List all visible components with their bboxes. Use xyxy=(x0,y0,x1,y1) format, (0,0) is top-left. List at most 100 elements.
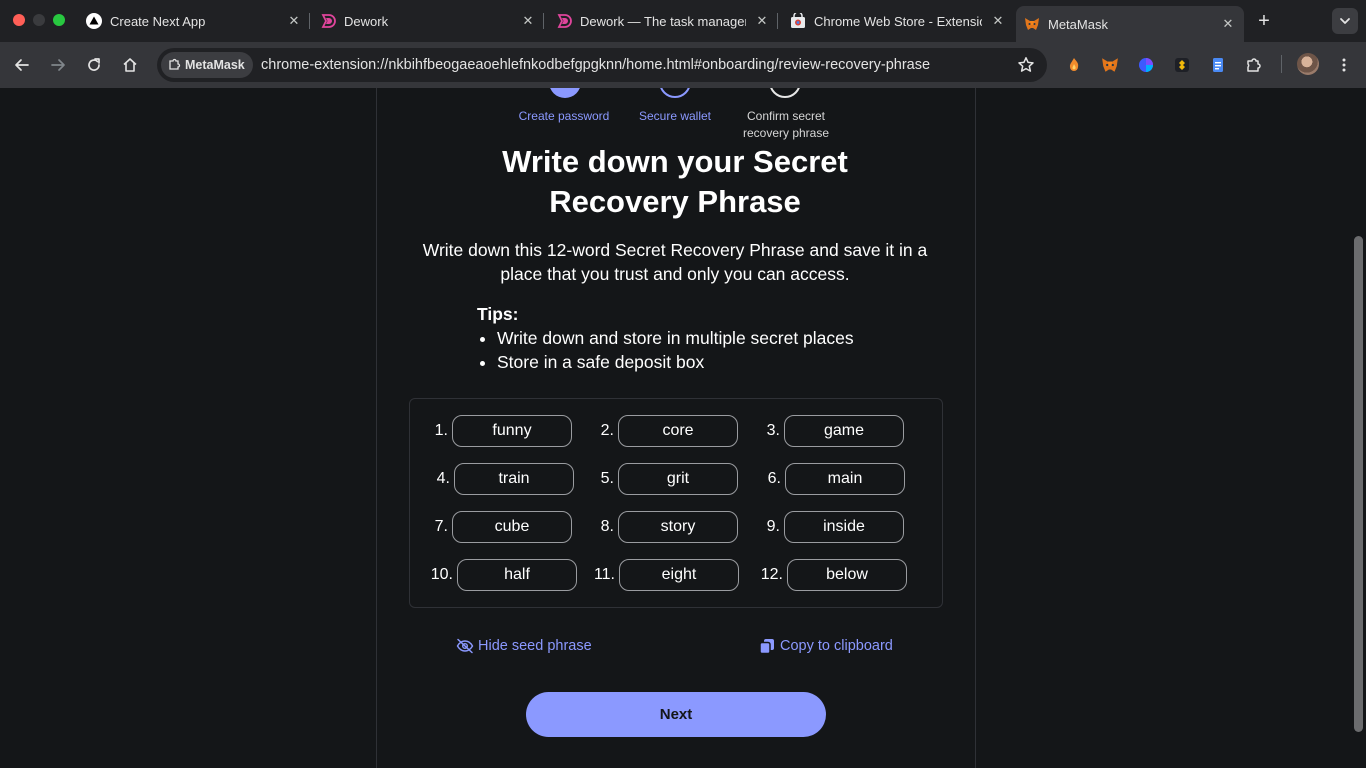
word-number: 2. xyxy=(600,422,614,439)
maximize-window-button[interactable] xyxy=(53,14,65,26)
extension-fire-icon[interactable] xyxy=(1063,54,1085,76)
address-bar[interactable]: MetaMask chrome-extension://nkbihfbeogae… xyxy=(157,48,1047,82)
chevron-down-icon xyxy=(1340,18,1350,24)
forward-button[interactable] xyxy=(46,53,70,77)
phrase-word-3: 3. game xyxy=(756,415,904,447)
word-number: 5. xyxy=(600,470,614,487)
word-chip: eight xyxy=(619,559,739,591)
browser-toolbar: MetaMask chrome-extension://nkbihfbeogae… xyxy=(0,42,1366,88)
phrase-word-6: 6. main xyxy=(757,463,905,495)
word-number: 1. xyxy=(434,422,448,439)
word-chip: train xyxy=(454,463,574,495)
dework-icon xyxy=(320,13,336,29)
toolbar-divider xyxy=(1281,55,1282,73)
tips-heading: Tips: xyxy=(477,304,519,324)
home-button[interactable] xyxy=(118,53,142,77)
tab-strip: Create Next App ✕ Dework ✕ Dework — The … xyxy=(0,0,1366,42)
copy-icon xyxy=(759,639,774,655)
word-chip: core xyxy=(618,415,738,447)
hide-seed-phrase-button[interactable]: Hide seed phrase xyxy=(456,636,592,656)
tab-close-icon[interactable]: ✕ xyxy=(990,13,1006,29)
scrollbar-thumb[interactable] xyxy=(1354,236,1363,732)
tab-dework-task-manager[interactable]: Dework — The task manager ✕ xyxy=(556,0,770,42)
phrase-word-4: 4. train xyxy=(426,463,574,495)
extensions-puzzle-icon[interactable] xyxy=(1243,54,1265,76)
tip-item: Write down and store in multiple secret … xyxy=(497,326,854,350)
recovery-phrase-grid: 1. funny 2. core 3. game 4. train 5. gri… xyxy=(409,398,943,608)
word-number: 6. xyxy=(767,470,781,487)
tips-list: Write down and store in multiple secret … xyxy=(497,326,854,374)
word-number: 4. xyxy=(436,470,450,487)
extension-page-icon xyxy=(169,58,181,70)
phrase-word-10: 10. half xyxy=(429,559,577,591)
word-chip: half xyxy=(457,559,577,591)
reload-button[interactable] xyxy=(82,53,106,77)
word-number: 8. xyxy=(600,518,614,535)
close-window-button[interactable] xyxy=(13,14,25,26)
extension-metamask-icon[interactable] xyxy=(1099,54,1121,76)
tab-close-icon[interactable]: ✕ xyxy=(286,13,302,29)
tab-dework[interactable]: Dework ✕ xyxy=(320,0,536,42)
step-label-confirm-phrase: Confirm secret recovery phrase xyxy=(742,109,830,140)
word-chip: story xyxy=(618,511,738,543)
word-chip: below xyxy=(787,559,907,591)
word-number: 10. xyxy=(430,566,453,583)
tab-close-icon[interactable]: ✕ xyxy=(520,13,536,29)
tab-search-button[interactable] xyxy=(1332,8,1358,34)
tab-title: Dework xyxy=(344,13,389,29)
site-chip-label: MetaMask xyxy=(185,58,245,72)
tab-separator xyxy=(777,13,778,29)
phrase-word-5: 5. grit xyxy=(590,463,738,495)
word-chip: cube xyxy=(452,511,572,543)
tab-metamask[interactable]: MetaMask ✕ xyxy=(1016,6,1244,42)
step-label-secure-wallet: Secure wallet xyxy=(638,109,712,123)
page-title: Write down your Secret Recovery Phrase xyxy=(502,144,848,219)
hide-seed-phrase-label: Hide seed phrase xyxy=(478,638,592,654)
tab-close-icon[interactable]: ✕ xyxy=(754,13,770,29)
eye-slash-icon xyxy=(456,638,474,654)
minimize-window-button[interactable] xyxy=(33,14,45,26)
word-number: 3. xyxy=(766,422,780,439)
phrase-word-12: 12. below xyxy=(759,559,907,591)
arrow-right-icon xyxy=(51,59,65,71)
copy-to-clipboard-button[interactable]: Copy to clipboard xyxy=(758,636,893,656)
arrow-left-icon xyxy=(15,59,29,71)
word-number: 7. xyxy=(434,518,448,535)
phrase-word-11: 11. eight xyxy=(591,559,739,591)
tab-title: Chrome Web Store - Extensio xyxy=(814,13,982,29)
extension-binance-icon[interactable] xyxy=(1171,54,1193,76)
copy-to-clipboard-label: Copy to clipboard xyxy=(780,638,893,654)
tab-close-icon[interactable]: ✕ xyxy=(1220,16,1236,32)
back-button[interactable] xyxy=(10,53,34,77)
extension-wallet-icon[interactable] xyxy=(1135,54,1157,76)
tip-item: Store in a safe deposit box xyxy=(497,350,854,374)
tab-title: Create Next App xyxy=(110,13,206,29)
site-info-chip[interactable]: MetaMask xyxy=(161,52,253,78)
next-button[interactable]: Next xyxy=(526,692,826,737)
reload-icon xyxy=(88,58,100,71)
tab-create-next-app[interactable]: Create Next App ✕ xyxy=(86,0,302,42)
bookmark-star-icon[interactable] xyxy=(1017,56,1035,74)
url-text[interactable]: chrome-extension://nkbihfbeogaeaoehlefnk… xyxy=(261,48,930,82)
dework-icon xyxy=(556,13,572,29)
step-label-create-password: Create password xyxy=(518,109,610,123)
word-number: 12. xyxy=(760,566,783,583)
word-chip: grit xyxy=(618,463,738,495)
page-description: Write down this 12-word Secret Recovery … xyxy=(422,240,928,284)
word-chip: inside xyxy=(784,511,904,543)
webstore-icon xyxy=(790,13,806,29)
browser-menu-button[interactable] xyxy=(1333,54,1355,76)
tab-chrome-web-store[interactable]: Chrome Web Store - Extensio ✕ xyxy=(790,0,1006,42)
tab-title: MetaMask xyxy=(1048,16,1108,32)
new-tab-button[interactable]: + xyxy=(1253,10,1275,32)
phrase-word-8: 8. story xyxy=(590,511,738,543)
kebab-menu-icon xyxy=(1342,58,1346,72)
triangle-icon xyxy=(86,13,102,29)
extension-docs-icon[interactable] xyxy=(1207,54,1229,76)
word-chip: funny xyxy=(452,415,572,447)
word-chip: main xyxy=(785,463,905,495)
tab-separator xyxy=(543,13,544,29)
profile-avatar[interactable] xyxy=(1297,53,1319,75)
phrase-word-7: 7. cube xyxy=(424,511,572,543)
tab-separator xyxy=(309,13,310,29)
